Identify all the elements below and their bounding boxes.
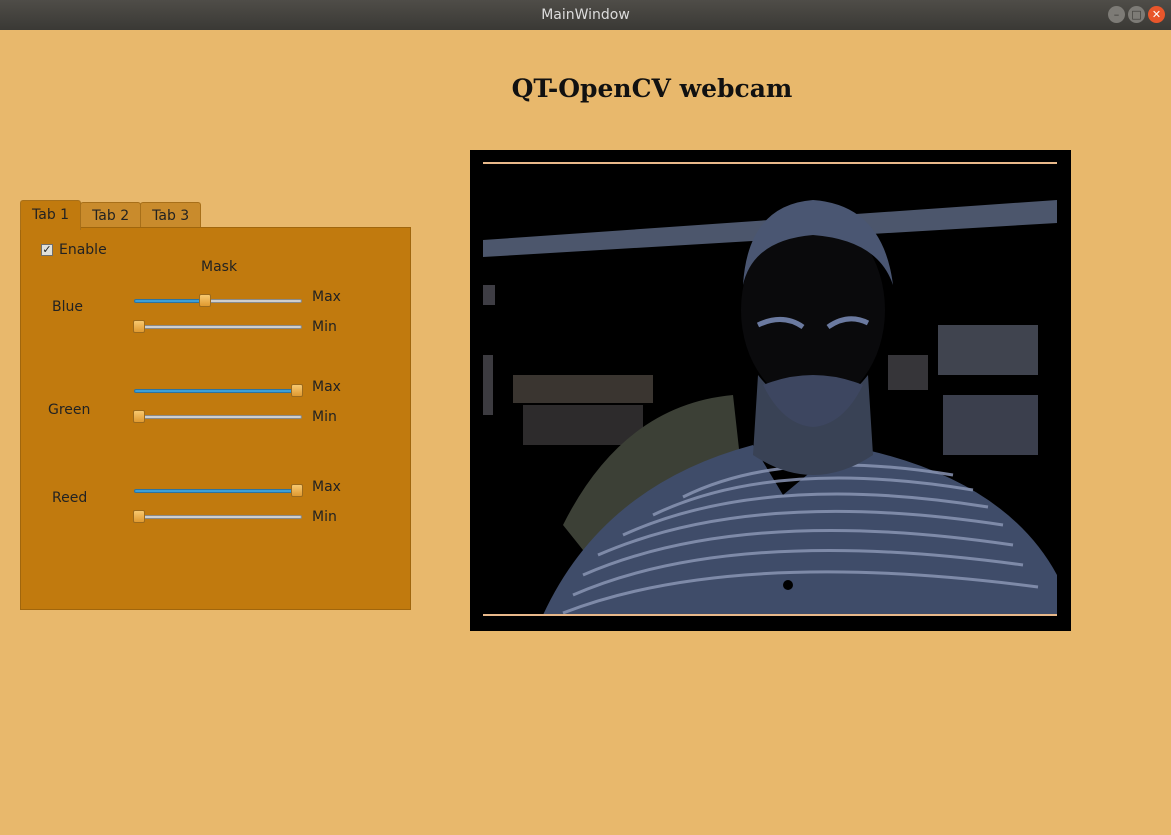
- slider-handle[interactable]: [291, 484, 303, 497]
- enable-checkbox-row[interactable]: ✓ Enable: [41, 242, 107, 258]
- slider-groove: [134, 415, 302, 419]
- slider-groove: [134, 515, 302, 519]
- green-min-label: Min: [312, 409, 337, 425]
- window-title: MainWindow: [541, 7, 630, 23]
- slider-handle[interactable]: [291, 384, 303, 397]
- reed-label: Reed: [52, 490, 88, 506]
- blue-max-slider[interactable]: [133, 294, 303, 308]
- webcam-image: [483, 195, 1057, 615]
- tab-1[interactable]: Tab 1: [20, 200, 82, 230]
- blue-label: Blue: [52, 299, 83, 315]
- slider-handle[interactable]: [133, 320, 145, 333]
- green-label: Green: [48, 402, 91, 418]
- page-title: QT-OpenCV webcam: [511, 74, 793, 103]
- webcam-view: [470, 150, 1071, 631]
- slider-fill: [134, 299, 206, 303]
- minimize-button[interactable]: –: [1108, 6, 1125, 23]
- blue-min-slider[interactable]: [133, 320, 303, 334]
- close-button[interactable]: ✕: [1148, 6, 1165, 23]
- tab-bar: Tab 1 Tab 2 Tab 3: [20, 200, 202, 230]
- maximize-button[interactable]: □: [1128, 6, 1145, 23]
- blue-max-label: Max: [312, 289, 341, 305]
- enable-label: Enable: [59, 242, 107, 258]
- tab-2[interactable]: Tab 2: [80, 202, 142, 230]
- frame-bottom-line: [483, 614, 1057, 616]
- slider-fill: [134, 389, 298, 393]
- enable-checkbox[interactable]: ✓: [41, 244, 53, 256]
- slider-handle[interactable]: [133, 510, 145, 523]
- reed-max-label: Max: [312, 479, 341, 495]
- green-max-label: Max: [312, 379, 341, 395]
- slider-handle[interactable]: [199, 294, 211, 307]
- green-max-slider[interactable]: [133, 384, 303, 398]
- reed-max-slider[interactable]: [133, 484, 303, 498]
- tab-panel: ✓ Enable Mask Blue Max Min Green Max Min…: [20, 227, 411, 610]
- slider-groove: [134, 325, 302, 329]
- blue-min-label: Min: [312, 319, 337, 335]
- green-min-slider[interactable]: [133, 410, 303, 424]
- slider-handle[interactable]: [133, 410, 145, 423]
- reed-min-label: Min: [312, 509, 337, 525]
- window-titlebar: MainWindow – □ ✕: [0, 0, 1171, 30]
- tab-3[interactable]: Tab 3: [140, 202, 202, 230]
- mask-label: Mask: [201, 259, 238, 275]
- frame-top-line: [483, 162, 1057, 164]
- slider-fill: [134, 489, 298, 493]
- window-controls: – □ ✕: [1108, 6, 1165, 23]
- reed-min-slider[interactable]: [133, 510, 303, 524]
